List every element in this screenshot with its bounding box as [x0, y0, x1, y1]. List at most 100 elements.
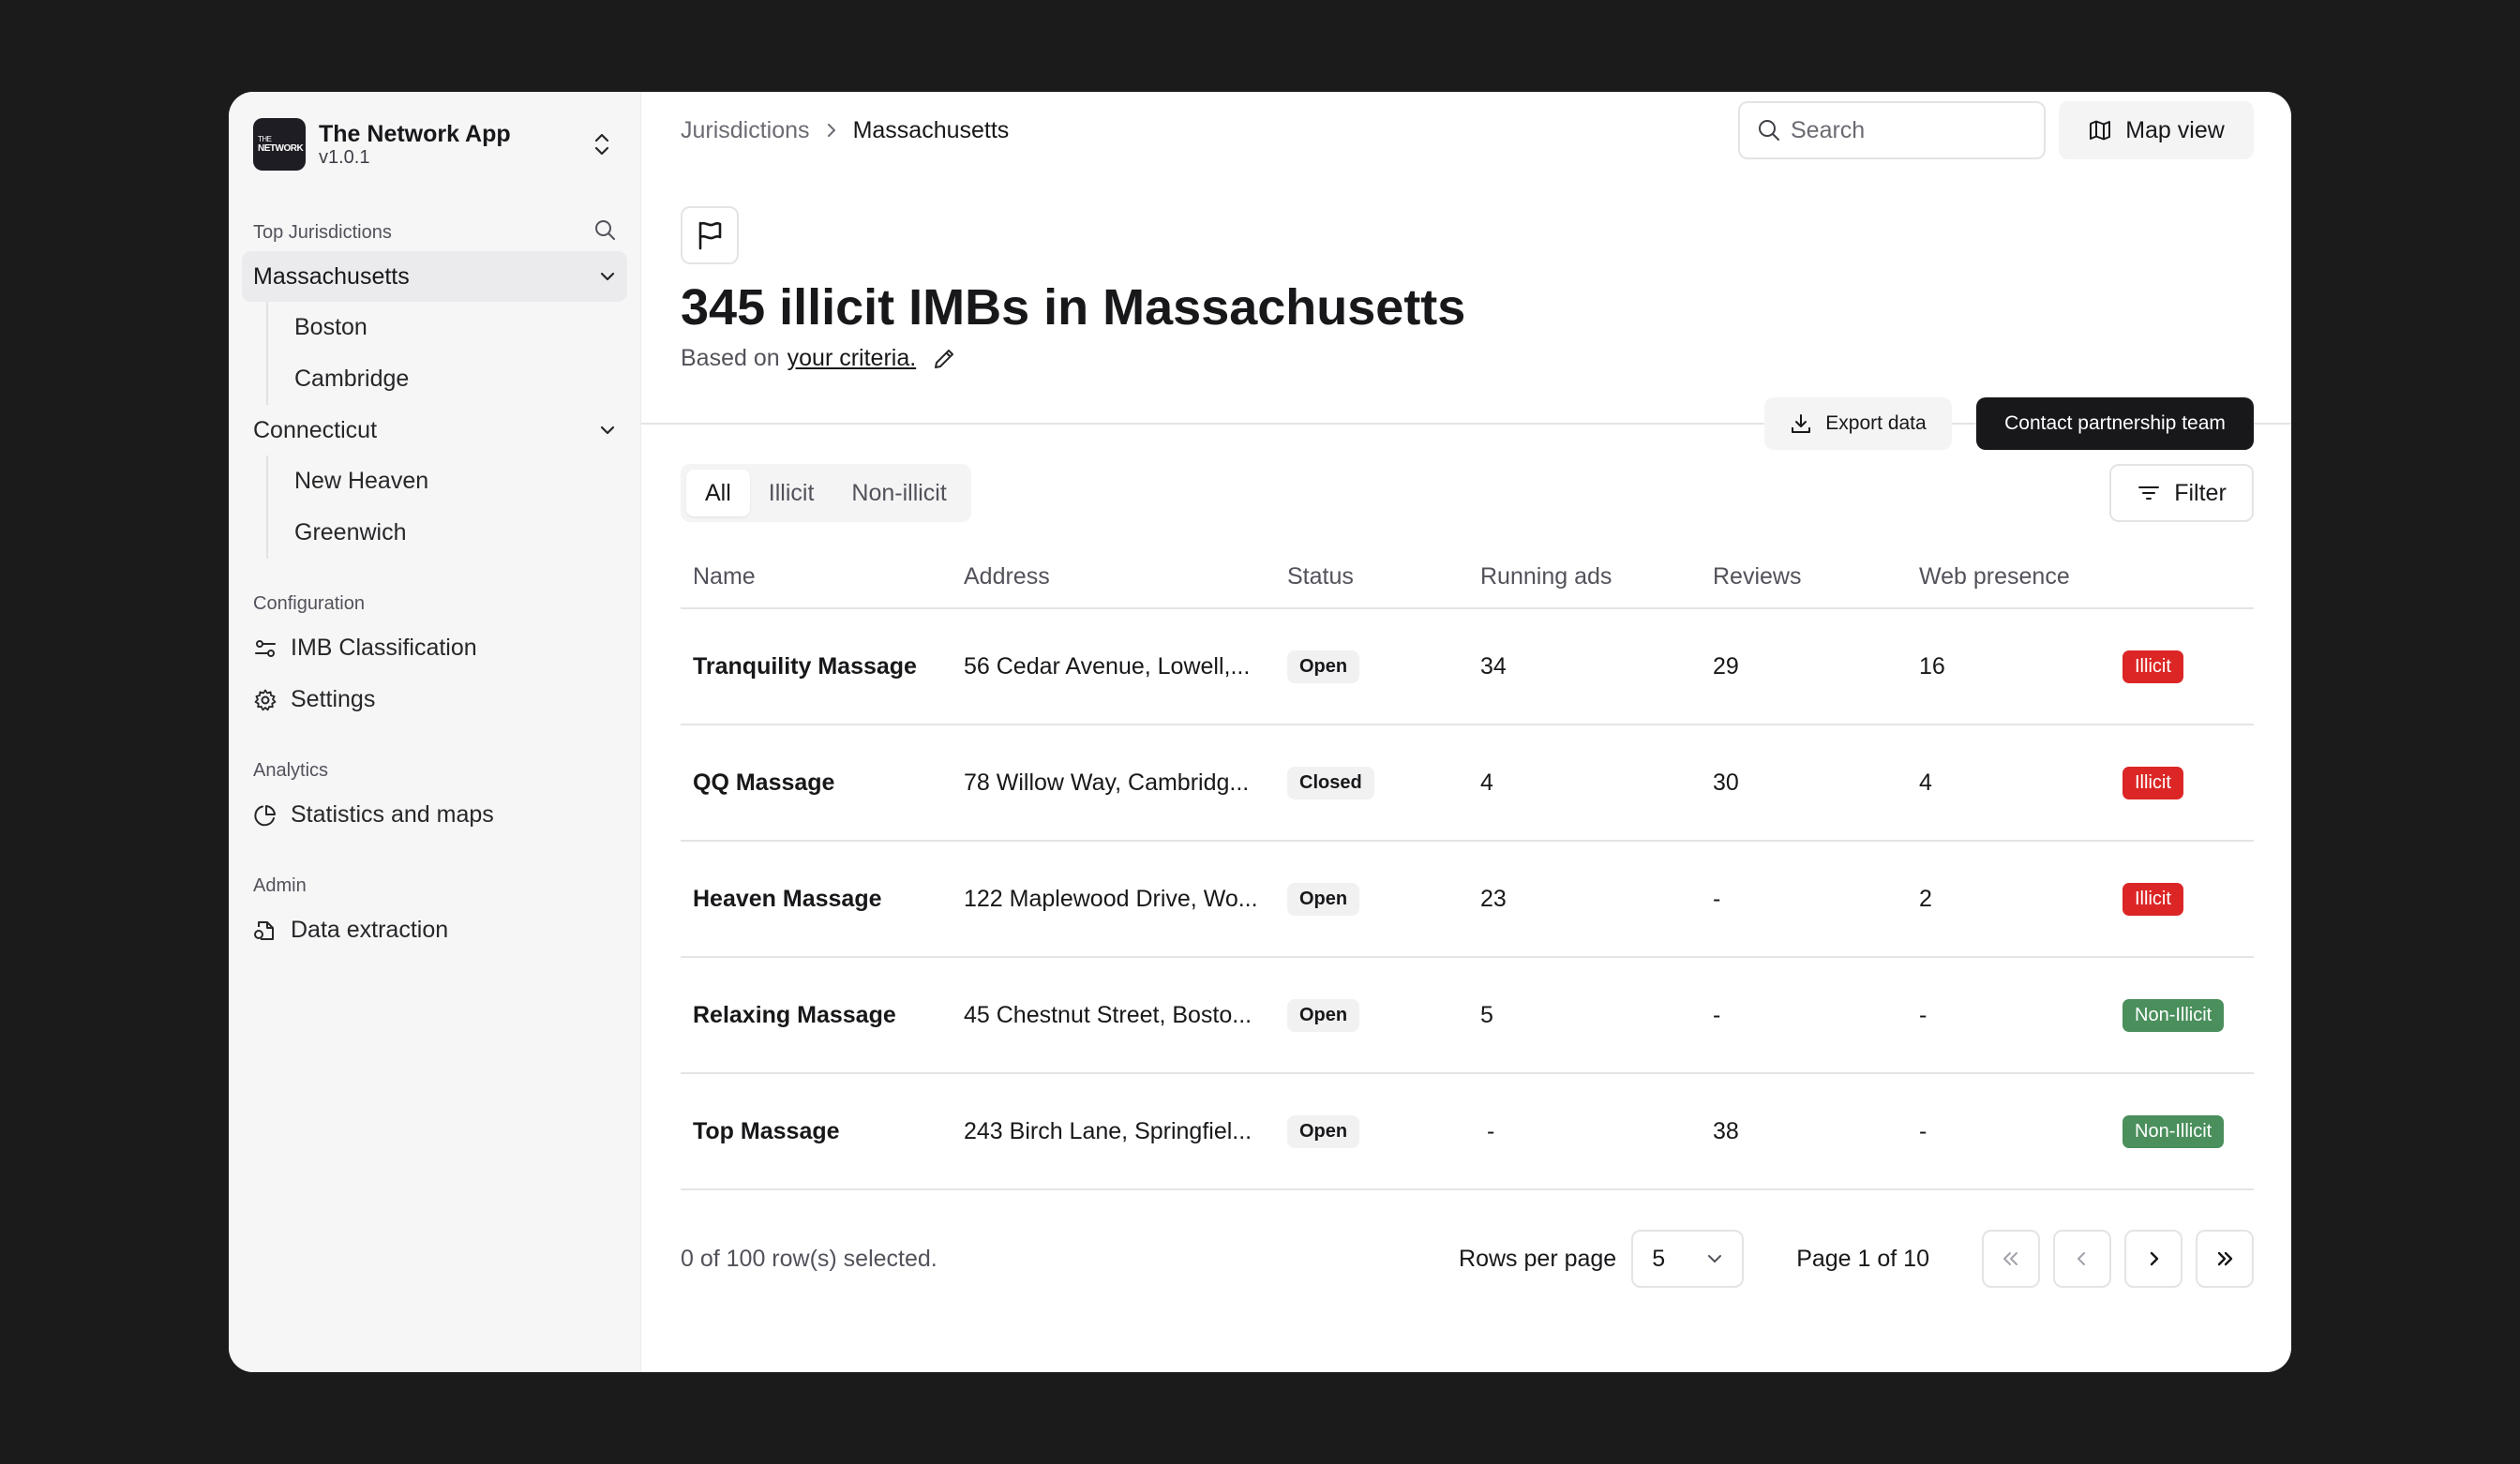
- chevron-right-icon: [825, 122, 838, 139]
- filter-button[interactable]: Filter: [2109, 464, 2254, 522]
- search-icon[interactable]: [593, 218, 616, 246]
- column-header-running-ads[interactable]: Running ads: [1468, 546, 1701, 609]
- sidebar: THE NETWORK The Network App v1.0.1 Top J…: [229, 92, 641, 1372]
- tab-non-illicit[interactable]: Non-illicit: [832, 470, 965, 516]
- header-actions: Export data Contact partnership team: [1764, 397, 2254, 450]
- sidebar-item-label: IMB Classification: [291, 635, 477, 661]
- sidebar-item-new-heaven[interactable]: New Heaven: [268, 456, 627, 507]
- contact-partnership-button[interactable]: Contact partnership team: [1976, 397, 2254, 450]
- tab-illicit[interactable]: Illicit: [750, 470, 833, 516]
- search-box[interactable]: [1738, 101, 2046, 159]
- map-view-label: Map view: [2125, 116, 2225, 143]
- app-switcher[interactable]: THE NETWORK The Network App v1.0.1: [242, 116, 627, 172]
- sidebar-item-label: Settings: [291, 686, 376, 712]
- cell-address: 122 Maplewood Drive, Wo...: [952, 841, 1275, 958]
- column-header-reviews[interactable]: Reviews: [1701, 546, 1907, 609]
- classification-badge: Illicit: [2122, 766, 2183, 799]
- page-header: 345 illicit IMBs in Massachusetts Based …: [641, 169, 2291, 450]
- first-page-button[interactable]: [1982, 1230, 2040, 1288]
- cell-reviews: 29: [1701, 608, 1907, 725]
- page-indicator: Page 1 of 10: [1796, 1245, 1929, 1272]
- map-icon: [2090, 120, 2111, 141]
- sidebar-item-label: Data extraction: [291, 917, 449, 943]
- cell-reviews: 30: [1701, 725, 1907, 842]
- admin-header: Admin: [242, 867, 627, 904]
- classification-badge: Non-Illicit: [2122, 998, 2225, 1032]
- chevron-left-icon: [2078, 1252, 2085, 1265]
- cell-address: 78 Willow Way, Cambridg...: [952, 725, 1275, 842]
- cell-web-presence: -: [1907, 1073, 2110, 1190]
- app-version: v1.0.1: [319, 147, 370, 168]
- selection-count: 0 of 100 row(s) selected.: [681, 1245, 938, 1272]
- sidebar-item-label: Connecticut: [253, 416, 378, 443]
- criteria-prefix: Based on: [681, 345, 780, 371]
- cell-name: Heaven Massage: [681, 841, 952, 958]
- cell-name: QQ Massage: [681, 725, 952, 842]
- classification-badge: Illicit: [2122, 882, 2183, 916]
- cell-classification: Non-Illicit: [2110, 1073, 2254, 1190]
- next-page-button[interactable]: [2124, 1230, 2182, 1288]
- table-row[interactable]: Top Massage 243 Birch Lane, Springfiel..…: [681, 1073, 2254, 1190]
- sidebar-item-settings[interactable]: Settings: [242, 674, 627, 725]
- sidebar-item-boston[interactable]: Boston: [268, 302, 627, 353]
- main-content: Jurisdictions Massachusetts Map view 345…: [641, 92, 2291, 1372]
- table-row[interactable]: Relaxing Massage 45 Chestnut Street, Bos…: [681, 957, 2254, 1074]
- table-row[interactable]: Heaven Massage 122 Maplewood Drive, Wo..…: [681, 841, 2254, 958]
- sidebar-item-label: Massachusetts: [253, 262, 410, 290]
- cell-web-presence: -: [1907, 957, 2110, 1074]
- cell-status: Open: [1275, 1073, 1468, 1190]
- sidebar-item-imb-classification[interactable]: IMB Classification: [242, 622, 627, 674]
- status-badge: Open: [1287, 882, 1360, 916]
- table-header-row: Name Address Status Running ads Reviews …: [681, 546, 2254, 609]
- export-data-button[interactable]: Export data: [1764, 397, 1952, 450]
- status-badge: Open: [1287, 650, 1360, 683]
- sidebar-item-cambridge[interactable]: Cambridge: [268, 353, 627, 405]
- table-row[interactable]: Tranquility Massage 56 Cedar Avenue, Low…: [681, 608, 2254, 725]
- cell-status: Open: [1275, 608, 1468, 725]
- cell-reviews: 38: [1701, 1073, 1907, 1190]
- app-window: THE NETWORK The Network App v1.0.1 Top J…: [229, 92, 2291, 1372]
- table-row[interactable]: QQ Massage 78 Willow Way, Cambridg... Cl…: [681, 725, 2254, 842]
- cell-running-ads: 23: [1468, 841, 1701, 958]
- tab-all[interactable]: All: [686, 470, 750, 516]
- cell-classification: Illicit: [2110, 725, 2254, 842]
- column-header-name[interactable]: Name: [681, 546, 952, 609]
- pie-chart-icon: [254, 804, 276, 826]
- cell-web-presence: 2: [1907, 841, 2110, 958]
- sidebar-item-massachusetts[interactable]: Massachusetts: [242, 251, 627, 302]
- cell-name: Top Massage: [681, 1073, 952, 1190]
- column-header-status[interactable]: Status: [1275, 546, 1468, 609]
- app-name: The Network App: [319, 121, 511, 147]
- sidebar-item-data-extraction[interactable]: Data extraction: [242, 904, 627, 956]
- results-section: All Illicit Non-illicit Filter Name Addr…: [641, 425, 2291, 1288]
- filter-icon: [2138, 486, 2160, 500]
- app-title: The Network App v1.0.1: [319, 121, 588, 168]
- table-toolbar: All Illicit Non-illicit Filter: [681, 464, 2254, 522]
- top-bar: Jurisdictions Massachusetts Map view: [641, 92, 2291, 169]
- file-export-icon: [254, 920, 274, 940]
- rows-per-page-select[interactable]: 5: [1631, 1230, 1745, 1288]
- sidebar-item-label: Statistics and maps: [291, 801, 494, 828]
- sidebar-item-greenwich[interactable]: Greenwich: [268, 507, 627, 559]
- search-input[interactable]: [1791, 116, 2016, 144]
- column-header-web-presence[interactable]: Web presence: [1907, 546, 2110, 609]
- top-jurisdictions-header: Top Jurisdictions: [242, 214, 627, 251]
- last-page-button[interactable]: [2196, 1230, 2254, 1288]
- criteria-link[interactable]: your criteria.: [788, 345, 917, 372]
- previous-page-button[interactable]: [2053, 1230, 2111, 1288]
- column-header-address[interactable]: Address: [952, 546, 1275, 609]
- filter-label: Filter: [2174, 479, 2227, 506]
- pencil-icon[interactable]: [931, 346, 957, 372]
- chevrons-up-down-icon[interactable]: [588, 130, 616, 158]
- classification-badge: Illicit: [2122, 650, 2183, 683]
- sidebar-item-statistics[interactable]: Statistics and maps: [242, 789, 627, 841]
- map-view-button[interactable]: Map view: [2059, 101, 2254, 159]
- export-label: Export data: [1825, 412, 1927, 434]
- chevrons-left-icon: [2003, 1252, 2018, 1265]
- cell-reviews: -: [1701, 841, 1907, 958]
- results-table: Name Address Status Running ads Reviews …: [681, 546, 2254, 1190]
- breadcrumb-jurisdictions[interactable]: Jurisdictions: [681, 117, 810, 144]
- sidebar-item-connecticut[interactable]: Connecticut: [242, 405, 627, 456]
- chevrons-right-icon: [2217, 1251, 2233, 1266]
- cell-running-ads: 34: [1468, 608, 1701, 725]
